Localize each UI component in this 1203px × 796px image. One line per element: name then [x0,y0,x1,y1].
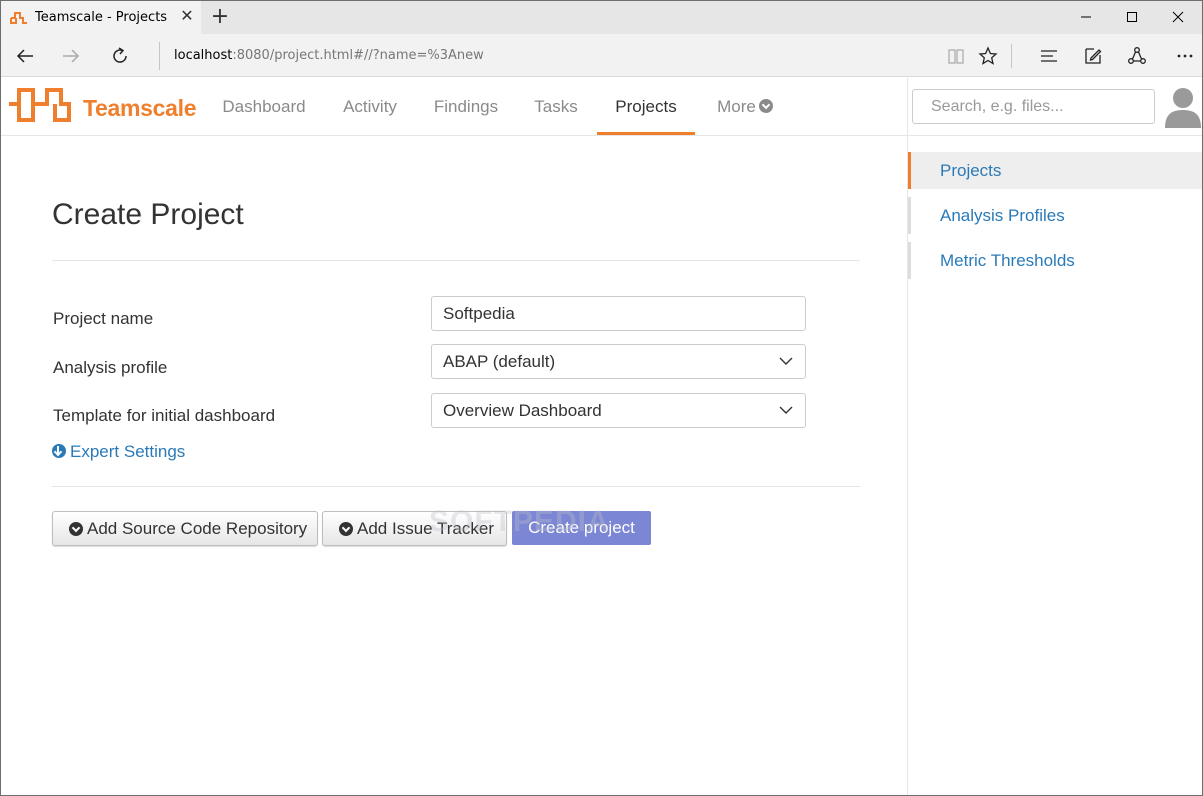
chevron-down-icon [758,99,773,113]
app-header: Teamscale Dashboard Activity Findings Ta… [1,78,1202,136]
tab-title: Teamscale - Projects [35,10,168,25]
forward-arrow-icon [63,49,80,63]
nav-more[interactable]: More [705,78,785,135]
right-sidebar: Projects Analysis Profiles Metric Thresh… [907,136,1202,795]
sidebar-item-projects[interactable]: Projects [908,152,1202,189]
tab-bar: Teamscale - Projects ✕ + [1,1,1202,34]
url-field[interactable]: localhost:8080/project.html#//?name=%3An… [159,42,939,70]
softpedia-watermark: SOFTPEDIA [429,505,610,538]
toolbar-divider [1011,44,1012,68]
nav-dashboard[interactable]: Dashboard [213,78,315,135]
nav-activity[interactable]: Activity [331,78,409,135]
header-divider [907,78,908,135]
maximize-icon [1127,12,1137,22]
expert-settings-link[interactable]: Expert Settings [52,442,185,462]
analysis-profile-value: ABAP (default) [443,352,556,371]
add-source-repository-button[interactable]: Add Source Code Repository [52,511,318,546]
forward-button[interactable] [57,42,85,70]
sidebar-item-metric-thresholds[interactable]: Metric Thresholds [908,242,1202,279]
pen-note-icon [1085,48,1102,64]
search-input[interactable] [912,89,1155,124]
user-avatar-icon[interactable] [1164,86,1202,128]
star-icon [978,46,998,65]
refresh-icon [113,47,127,63]
minimize-icon [1081,16,1091,18]
more-options-button[interactable] [1171,42,1199,70]
hub-lines-icon [1041,50,1057,62]
form-divider [52,486,860,487]
minimize-button[interactable] [1063,1,1109,33]
sidebar-item-analysis-profiles[interactable]: Analysis Profiles [908,197,1202,234]
close-window-button[interactable] [1155,1,1201,33]
analysis-profile-select[interactable]: ABAP (default) [431,344,806,379]
add-source-repository-label: Add Source Code Repository [87,519,308,538]
close-icon [1172,11,1184,23]
reading-view-button[interactable] [942,42,970,70]
teamscale-logo[interactable]: Teamscale [7,83,197,129]
address-bar: localhost:8080/project.html#//?name=%3An… [1,34,1202,77]
ellipsis-icon [1177,54,1193,58]
favorite-button[interactable] [974,42,1002,70]
browser-tab[interactable]: Teamscale - Projects ✕ [1,1,201,34]
main-content: Create Project Project name Softpedia An… [1,136,907,795]
chevron-circle-down-icon [339,522,353,536]
template-label: Template for initial dashboard [53,406,276,425]
web-note-button[interactable] [1079,42,1107,70]
share-button[interactable] [1123,42,1151,70]
teamscale-logo-icon [9,88,71,122]
dashboard-template-value: Overview Dashboard [443,401,602,420]
nav-more-label: More [717,97,756,116]
project-name-label: Project name [53,309,154,328]
hub-button[interactable] [1035,42,1063,70]
page-title: Create Project [52,198,244,231]
expert-settings-label: Expert Settings [70,442,186,461]
maximize-button[interactable] [1109,1,1155,33]
tab-close-icon[interactable]: ✕ [179,9,195,25]
analysis-profile-label: Analysis profile [53,358,168,377]
chevron-circle-down-icon [69,522,83,536]
url-host: localhost [174,48,233,63]
nav-tasks[interactable]: Tasks [525,78,587,135]
title-divider [52,260,860,261]
project-name-field[interactable]: Softpedia [431,296,806,331]
back-arrow-icon [16,49,33,63]
chevron-down-icon [779,357,793,365]
circle-arrow-down-icon [52,444,66,458]
share-icon [1128,47,1146,64]
nav-findings[interactable]: Findings [425,78,507,135]
new-tab-button[interactable]: + [209,5,231,29]
chevron-down-icon [779,406,793,414]
browser-window: Teamscale - Projects ✕ + localhost:8080/… [0,0,1203,796]
nav-projects[interactable]: Projects [597,78,695,135]
teamscale-favicon-icon [10,12,27,24]
book-icon [948,49,964,64]
brand-name: Teamscale [83,95,197,121]
refresh-button[interactable] [106,42,134,70]
dashboard-template-select[interactable]: Overview Dashboard [431,393,806,428]
url-path: :8080/project.html#//?name=%3Anew [232,48,484,63]
back-button[interactable] [11,42,39,70]
